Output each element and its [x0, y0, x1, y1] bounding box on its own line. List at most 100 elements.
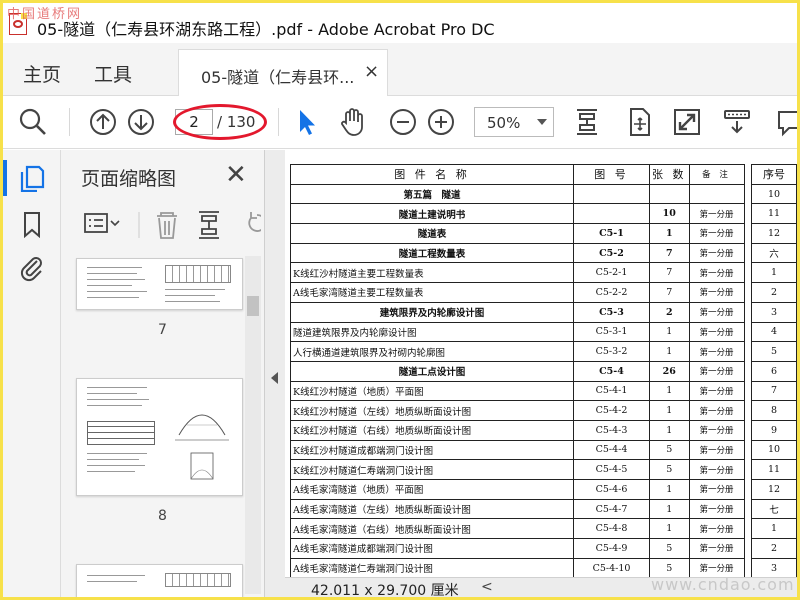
zoom-out-icon[interactable]	[387, 106, 419, 138]
comment-icon[interactable]	[775, 106, 797, 138]
cell-note: 第一分册	[688, 321, 745, 343]
table-row: 隧道工点设计图 C5-4 26 第一分册	[290, 360, 745, 382]
insert-page-button[interactable]	[197, 208, 223, 242]
table-row: K线红沙村隧道（右线）地质纵断面设计图 C5-4-3 1 第一分册	[290, 419, 745, 441]
table-row: 隧道工程数量表 C5-2 7 第一分册	[290, 242, 745, 264]
menu-tools[interactable]: 工具	[94, 60, 132, 87]
page-thumbnail-7[interactable]	[76, 258, 243, 310]
cell-count: 1	[649, 341, 690, 362]
page-thumbnails-panel: 页面缩略图 ✕ 7 8	[61, 150, 267, 597]
cell-name: A线毛家湾隧道（地质）平面图	[290, 479, 574, 500]
table-row: A线毛家湾隧道（右线）地质纵断面设计图 C5-4-8 1 第一分册	[290, 518, 745, 540]
table-row: 隧道建筑限界及内轮廓设计图 C5-3-1 1 第一分册	[290, 321, 745, 343]
thumbnail-scrollbar[interactable]	[245, 256, 261, 594]
table-row: 七	[751, 498, 797, 520]
menu-bar: 主页 工具 05-隧道（仁寿县环... ×	[3, 43, 797, 96]
cell-count: 1	[649, 321, 690, 343]
page-thumbnail-8[interactable]	[76, 378, 243, 496]
toolbar-divider	[278, 108, 279, 136]
scroll-left-button[interactable]: <	[481, 579, 493, 595]
cell-code: C5-4	[573, 360, 650, 382]
cell-name: K线红沙村隧道（左线）地质纵断面设计图	[290, 400, 574, 421]
cell-seq: 3	[751, 301, 797, 323]
cell-seq: 11	[751, 459, 797, 480]
cell-note: 第一分册	[688, 341, 745, 362]
cell-name: 第五篇 隧道	[290, 183, 574, 205]
bookmark-icon[interactable]	[18, 210, 46, 239]
table-row: 1	[751, 518, 797, 540]
cell-seq: 10	[751, 439, 797, 461]
cell-code: C5-3	[573, 301, 650, 323]
window-title: 05-隧道（仁寿县环湖东路工程）.pdf - Adobe Acrobat Pro…	[37, 20, 495, 39]
attachment-icon[interactable]	[18, 254, 46, 282]
cell-count: 26	[649, 360, 690, 382]
cell-count: 2	[649, 301, 690, 323]
cell-code: C5-4-4	[573, 439, 650, 461]
cell-name: A线毛家湾隧道成都端洞门设计图	[290, 538, 574, 559]
cell-count: 1	[649, 518, 690, 540]
hand-tool-icon[interactable]	[337, 106, 369, 138]
cell-code: C5-4-2	[573, 400, 650, 421]
search-icon[interactable]	[17, 106, 49, 138]
table-row: 4	[751, 321, 797, 343]
cell-count: 1	[649, 380, 690, 402]
select-cursor-icon[interactable]	[291, 106, 323, 138]
next-page-icon[interactable]	[125, 106, 157, 138]
document-viewport[interactable]: 图 件 名 称 图 号 张 数 备 注 第五篇 隧道 隧道土建说明书 10 第一分册隧…	[285, 150, 797, 577]
cell-name: 隧道表	[290, 223, 574, 244]
red-highlight-annotation	[173, 104, 267, 140]
fit-page-icon[interactable]	[571, 106, 603, 138]
table-row: 5	[751, 341, 797, 362]
table-row: 隧道土建说明书 10 第一分册	[290, 203, 745, 225]
cell-code: C5-4-7	[573, 498, 650, 520]
cell-seq: 9	[751, 419, 797, 441]
delete-page-button[interactable]	[153, 208, 179, 242]
table-row: 建筑限界及内轮廓设计图 C5-3 2 第一分册	[290, 301, 745, 323]
cell-code: C5-4-8	[573, 518, 650, 540]
document-tab[interactable]: 05-隧道（仁寿县环... ×	[178, 49, 388, 96]
table-row: K线红沙村隧道（地质）平面图 C5-4-1 1 第一分册	[290, 380, 745, 402]
full-screen-icon[interactable]	[671, 106, 703, 138]
column-header-note: 备 注	[688, 164, 745, 185]
cell-code: C5-3-2	[573, 341, 650, 362]
cell-name: A线毛家湾隧道（左线）地质纵断面设计图	[290, 498, 574, 520]
table-row: 1	[751, 262, 797, 284]
menu-home[interactable]: 主页	[23, 60, 61, 87]
read-mode-icon[interactable]	[721, 106, 753, 138]
zoom-level-select[interactable]: 50%	[474, 107, 554, 137]
cell-count: 5	[649, 538, 690, 559]
table-header-row: 图 件 名 称 图 号 张 数 备 注	[290, 164, 745, 185]
table-row: K线红沙村隧道仁寿端洞门设计图 C5-4-5 5 第一分册	[290, 459, 745, 480]
cell-note: 第一分册	[688, 223, 745, 244]
cell-count: 10	[649, 203, 690, 225]
close-tab-icon[interactable]: ×	[364, 61, 379, 82]
table-row: K线红沙村隧道（左线）地质纵断面设计图 C5-4-2 1 第一分册	[290, 400, 745, 421]
rotate-view-icon[interactable]	[623, 106, 655, 138]
table-row: 11	[751, 203, 797, 225]
cell-note: 第一分册	[688, 538, 745, 559]
cell-name: K线红沙村隧道（右线）地质纵断面设计图	[290, 419, 574, 441]
page-thumbnail-9[interactable]	[76, 564, 243, 597]
close-panel-icon[interactable]: ✕	[225, 160, 247, 190]
cell-name: A线毛家湾隧道（右线）地质纵断面设计图	[290, 518, 574, 540]
cell-seq: 12	[751, 223, 797, 244]
table-row: 2	[751, 282, 797, 303]
cell-code: C5-4-3	[573, 419, 650, 441]
previous-page-icon[interactable]	[87, 106, 119, 138]
page-dimensions: 42.011 x 29.700 厘米	[311, 583, 459, 597]
cell-code: C5-2-2	[573, 282, 650, 303]
cell-name: A线毛家湾隧道仁寿端洞门设计图	[290, 557, 574, 577]
page-thumbnails-icon[interactable]	[18, 164, 46, 193]
cell-seq: 12	[751, 479, 797, 500]
table-row: 人行横通道建筑限界及衬砌内轮廓图 C5-3-2 1 第一分册	[290, 341, 745, 362]
zoom-in-icon[interactable]	[425, 106, 457, 138]
panel-title: 页面缩略图	[81, 168, 177, 190]
navigation-rail	[3, 150, 61, 597]
sequence-number-table: 序号 10 11 12 六 1 2 3 4 5 6 7 8 9 10 11 12 七 1 2 3	[751, 164, 797, 577]
collapse-panel-handle[interactable]	[265, 150, 285, 597]
table-row: 第五篇 隧道	[290, 183, 745, 205]
cell-code: C5-2-1	[573, 262, 650, 284]
thumbnail-toolbar-options-button[interactable]	[81, 208, 123, 242]
scrollbar-thumb[interactable]	[247, 296, 259, 316]
table-row: 7	[751, 380, 797, 402]
